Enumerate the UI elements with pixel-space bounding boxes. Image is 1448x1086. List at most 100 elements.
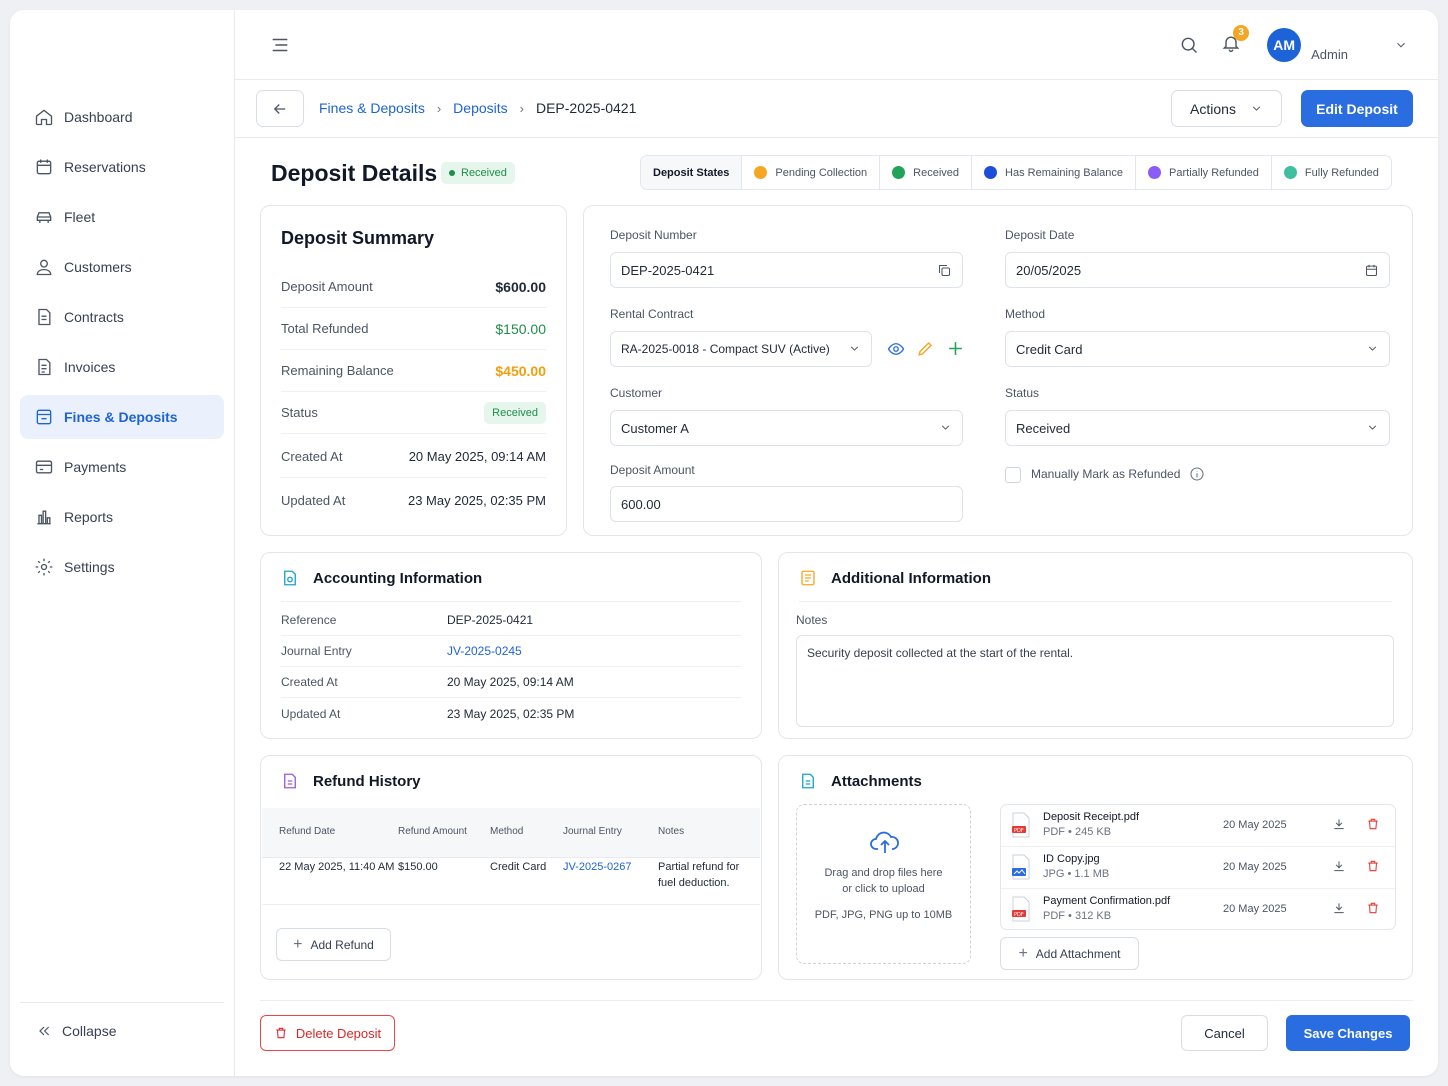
accounting-row: Reference DEP-2025-0421	[281, 605, 741, 636]
copy-icon[interactable]	[937, 263, 952, 278]
card-title: Deposit Summary	[281, 228, 435, 248]
add-attachment-button[interactable]: + Add Attachment	[1000, 937, 1139, 970]
journal-entry-link[interactable]: JV-2025-0267	[563, 859, 632, 875]
file-item[interactable]: PDF Payment Confirmation.pdf PDF • 312 K…	[1001, 889, 1395, 931]
plus-icon: +	[1018, 944, 1028, 962]
manual-refund-checkbox[interactable]	[1005, 467, 1021, 483]
plus-icon[interactable]	[946, 339, 965, 358]
file-list: PDF Deposit Receipt.pdf PDF • 245 KB 20 …	[1000, 804, 1396, 930]
file-item[interactable]: PDF Deposit Receipt.pdf PDF • 245 KB 20 …	[1001, 805, 1395, 847]
user-name: Admin	[1311, 46, 1348, 62]
field-label: Rental Contract	[610, 307, 694, 321]
invoice-icon	[38, 358, 51, 376]
sidebar-item-dashboard[interactable]: Dashboard	[20, 95, 224, 139]
avatar[interactable]: AM	[1267, 28, 1302, 62]
accounting-row: Created At 20 May 2025, 09:14 AM	[281, 667, 741, 698]
edit-deposit-button[interactable]: Edit Deposit	[1301, 90, 1413, 127]
deposit-date-field[interactable]: 20/05/2025	[1005, 252, 1390, 288]
deposit-form-card: Deposit Number DEP-2025-0421 Deposit Dat…	[583, 205, 1413, 536]
trash-icon[interactable]	[1366, 859, 1380, 873]
field-label: Deposit Amount	[610, 463, 695, 477]
page-title: Deposit Details	[271, 160, 438, 186]
accounting-row: Updated At 23 May 2025, 02:35 PM	[281, 706, 575, 721]
clock-icon	[984, 166, 998, 179]
sidebar-item-invoices[interactable]: Invoices	[20, 345, 224, 389]
field-label: Method	[1005, 307, 1046, 321]
collapse-button[interactable]: Collapse	[20, 1002, 224, 1039]
sidebar-item-fleet[interactable]: Fleet	[20, 195, 224, 239]
status-select[interactable]: Received	[1005, 410, 1390, 446]
journal-entry-link[interactable]: JV-2025-0245	[447, 644, 522, 658]
deposit-number-field[interactable]: DEP-2025-0421	[610, 252, 963, 288]
download-icon[interactable]	[1332, 901, 1346, 915]
breadcrumb-link[interactable]: Fines & Deposits	[319, 100, 425, 116]
chevron-right-icon: ›	[436, 100, 442, 116]
sidebar-item-customers[interactable]: Customers	[20, 245, 224, 289]
trash-icon	[276, 1027, 286, 1039]
table-header: Refund Date Refund Amount Method Journal…	[262, 808, 760, 858]
cloud-upload-icon	[870, 831, 899, 853]
sidebar-item-label: Invoices	[64, 359, 116, 375]
sidebar-item-reservations[interactable]: Reservations	[20, 145, 224, 189]
chevron-down-icon	[850, 346, 859, 351]
deposit-amount-input[interactable]: 600.00	[610, 486, 963, 522]
notes-icon	[801, 570, 815, 586]
view-eye-icon[interactable]	[886, 340, 906, 358]
additional-info-card: Additional Information Notes Security de…	[778, 552, 1413, 739]
check-circle-icon	[1283, 166, 1297, 179]
pdf-file-icon: PDF	[1012, 896, 1030, 922]
double-chevron-left-icon	[39, 1026, 50, 1036]
car-icon	[36, 212, 52, 223]
breadcrumb-link[interactable]: Deposits	[453, 100, 507, 116]
card-title: Accounting Information	[313, 569, 483, 587]
sidebar-item-label: Contracts	[64, 309, 124, 325]
home-icon	[35, 109, 53, 126]
sidebar-item-contracts[interactable]: Contracts	[20, 295, 224, 339]
menu-icon[interactable]	[269, 34, 291, 56]
card-title: Refund History	[313, 772, 421, 790]
summary-row: Status Received	[281, 392, 546, 434]
state-header: Deposit States	[641, 156, 743, 189]
file-item[interactable]: ID Copy.jpg JPG • 1.1 MB 20 May 2025	[1001, 847, 1395, 889]
notes-textarea[interactable]: Security deposit collected at the start …	[796, 635, 1394, 727]
state-pending-collection: Pending Collection	[742, 156, 881, 189]
back-button[interactable]	[256, 90, 304, 127]
rental-contract-select[interactable]: RA-2025-0018 - Compact SUV (Active)	[610, 331, 872, 367]
search-icon[interactable]	[1179, 35, 1199, 55]
download-icon[interactable]	[1332, 859, 1346, 873]
upload-dropzone[interactable]: Drag and drop files here or click to upl…	[796, 804, 971, 964]
card-icon	[35, 460, 53, 474]
calendar-icon[interactable]	[1364, 263, 1379, 278]
actions-dropdown[interactable]: Actions	[1171, 90, 1282, 127]
add-refund-button[interactable]: + Add Refund	[276, 928, 391, 961]
sidebar-item-fines-deposits[interactable]: Fines & Deposits	[20, 395, 224, 439]
clock-icon	[754, 166, 768, 179]
customer-select[interactable]: Customer A	[610, 410, 963, 446]
sidebar-item-label: Fleet	[64, 209, 96, 225]
topbar-right: 3 AM Admin	[1179, 24, 1408, 64]
trash-icon[interactable]	[1366, 901, 1380, 915]
plus-icon: +	[293, 935, 303, 953]
cancel-button[interactable]: Cancel	[1181, 1015, 1268, 1051]
image-file-icon	[1012, 854, 1030, 880]
sidebar-item-settings[interactable]: Settings	[20, 545, 224, 589]
status-badge: Received	[441, 162, 515, 184]
save-changes-button[interactable]: Save Changes	[1286, 1015, 1410, 1051]
deposit-states-legend: Deposit States Pending Collection Receiv…	[640, 155, 1392, 190]
delete-deposit-button[interactable]: Delete Deposit	[260, 1015, 395, 1051]
sidebar-item-reports[interactable]: Reports	[20, 495, 224, 539]
accounting-info-card: Accounting Information Reference DEP-2025…	[260, 552, 762, 739]
field-label: Status	[1005, 386, 1040, 400]
download-icon[interactable]	[1332, 817, 1346, 831]
chevron-down-icon[interactable]	[1394, 38, 1408, 52]
edit-pencil-icon[interactable]	[916, 339, 935, 358]
chevron-down-icon	[1368, 346, 1377, 351]
notifications-button[interactable]: 3	[1221, 24, 1250, 58]
info-icon[interactable]	[1189, 466, 1205, 482]
sidebar-nav: Dashboard Reservations Fleet Customers C…	[20, 95, 224, 595]
state-partially-refunded: Partially Refunded	[1136, 156, 1272, 189]
method-select[interactable]: Credit Card	[1005, 331, 1390, 367]
sidebar-item-payments[interactable]: Payments	[20, 445, 224, 489]
trash-icon[interactable]	[1366, 817, 1380, 831]
chart-icon	[37, 510, 51, 525]
